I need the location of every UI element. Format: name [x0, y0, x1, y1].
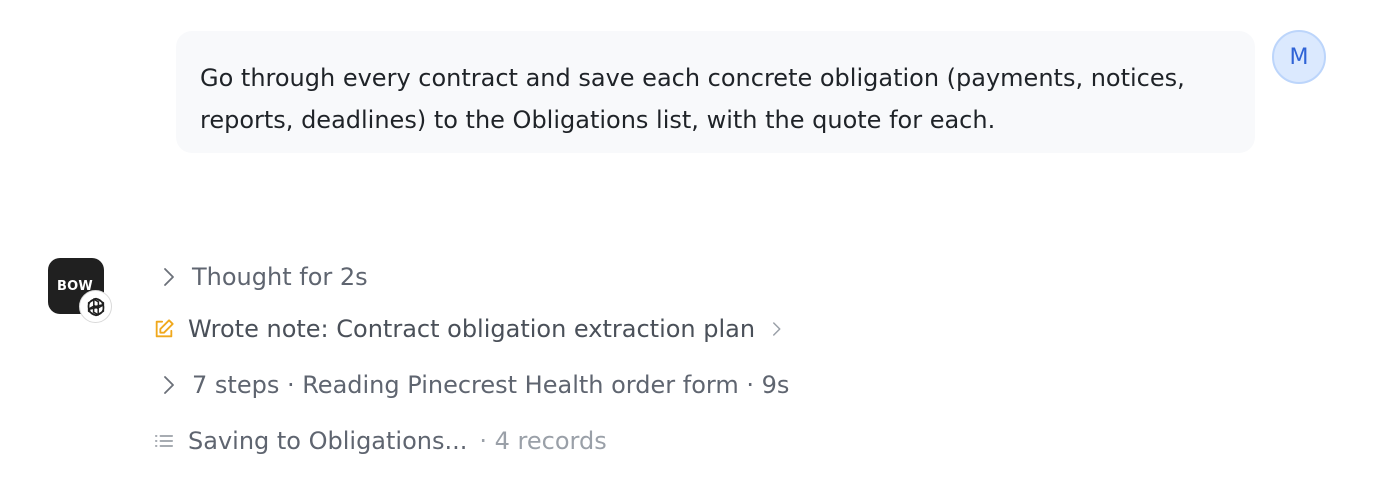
saving-count: · 4 records	[479, 427, 607, 455]
chevron-right-icon	[156, 373, 180, 397]
saving-label: Saving to Obligations...	[188, 427, 468, 455]
pencil-edit-icon	[152, 317, 176, 341]
thought-toggle[interactable]: Thought for 2s	[152, 257, 368, 297]
steps-toggle[interactable]: 7 steps · Reading Pinecrest Health order…	[152, 365, 789, 405]
chevron-right-icon	[156, 265, 180, 289]
note-item[interactable]: Wrote note: Contract obligation extracti…	[152, 309, 785, 349]
list-icon	[152, 429, 176, 453]
openai-logo-icon	[87, 297, 104, 316]
steps-label: 7 steps · Reading Pinecrest Health order…	[192, 371, 790, 399]
user-avatar: M	[1272, 30, 1326, 84]
saving-status: Saving to Obligations... · 4 records	[152, 421, 607, 461]
note-label: Wrote note: Contract obligation extracti…	[188, 315, 756, 343]
user-avatar-initial: M	[1289, 44, 1309, 70]
thought-label: Thought for 2s	[192, 263, 368, 291]
chevron-right-icon	[767, 320, 785, 338]
user-message-bubble: Go through every contract and save each …	[176, 31, 1255, 153]
model-badge	[79, 290, 112, 323]
user-message-text: Go through every contract and save each …	[200, 64, 1185, 134]
